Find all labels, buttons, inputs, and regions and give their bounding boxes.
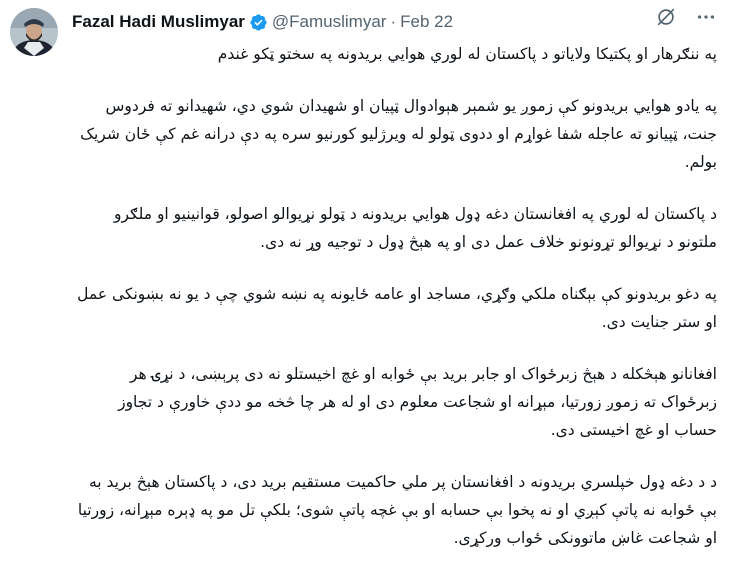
more-options-icon[interactable] [695, 6, 717, 28]
grok-icon[interactable] [655, 6, 677, 28]
tweet-text: په ننګرهار او پکتیکا ولایاتو د پاکستان ل… [72, 40, 717, 576]
tweet-actions [655, 6, 717, 28]
tweet-paragraph-6: د د دغه ډول خپلسري بریدونه د افغانستان پ… [77, 473, 717, 547]
separator-dot: · [390, 12, 397, 31]
author-name[interactable]: Fazal Hadi Muslimyar [72, 12, 245, 32]
tweet-date[interactable]: Feb 22 [400, 12, 453, 32]
tweet-paragraph-3: د پاکستان له لوري په افغانستان دغه ډول ه… [113, 205, 717, 251]
tweet-paragraph-5: افغانانو هېڅکله د هېڅ زبرځواک او جابر بر… [118, 365, 717, 439]
avatar[interactable] [10, 8, 58, 56]
tweet-header: Fazal Hadi Muslimyar @Famuslimyar · Feb … [72, 10, 721, 34]
verified-badge-icon[interactable] [249, 13, 268, 32]
tweet: Fazal Hadi Muslimyar @Famuslimyar · Feb … [0, 0, 731, 547]
user-avatar-icon [10, 8, 58, 56]
tweet-paragraph-1: په ننګرهار او پکتیکا ولایاتو د پاکستان ل… [217, 45, 717, 63]
tweet-paragraph-4: په دغو بریدونو کې بېګناه ملکي وګړي، مساج… [77, 285, 717, 331]
author-handle[interactable]: @Famuslimyar [272, 12, 387, 32]
tweet-paragraph-2: په یادو هوايي بریدونو کې زموږ یو شمېر هې… [80, 97, 717, 171]
